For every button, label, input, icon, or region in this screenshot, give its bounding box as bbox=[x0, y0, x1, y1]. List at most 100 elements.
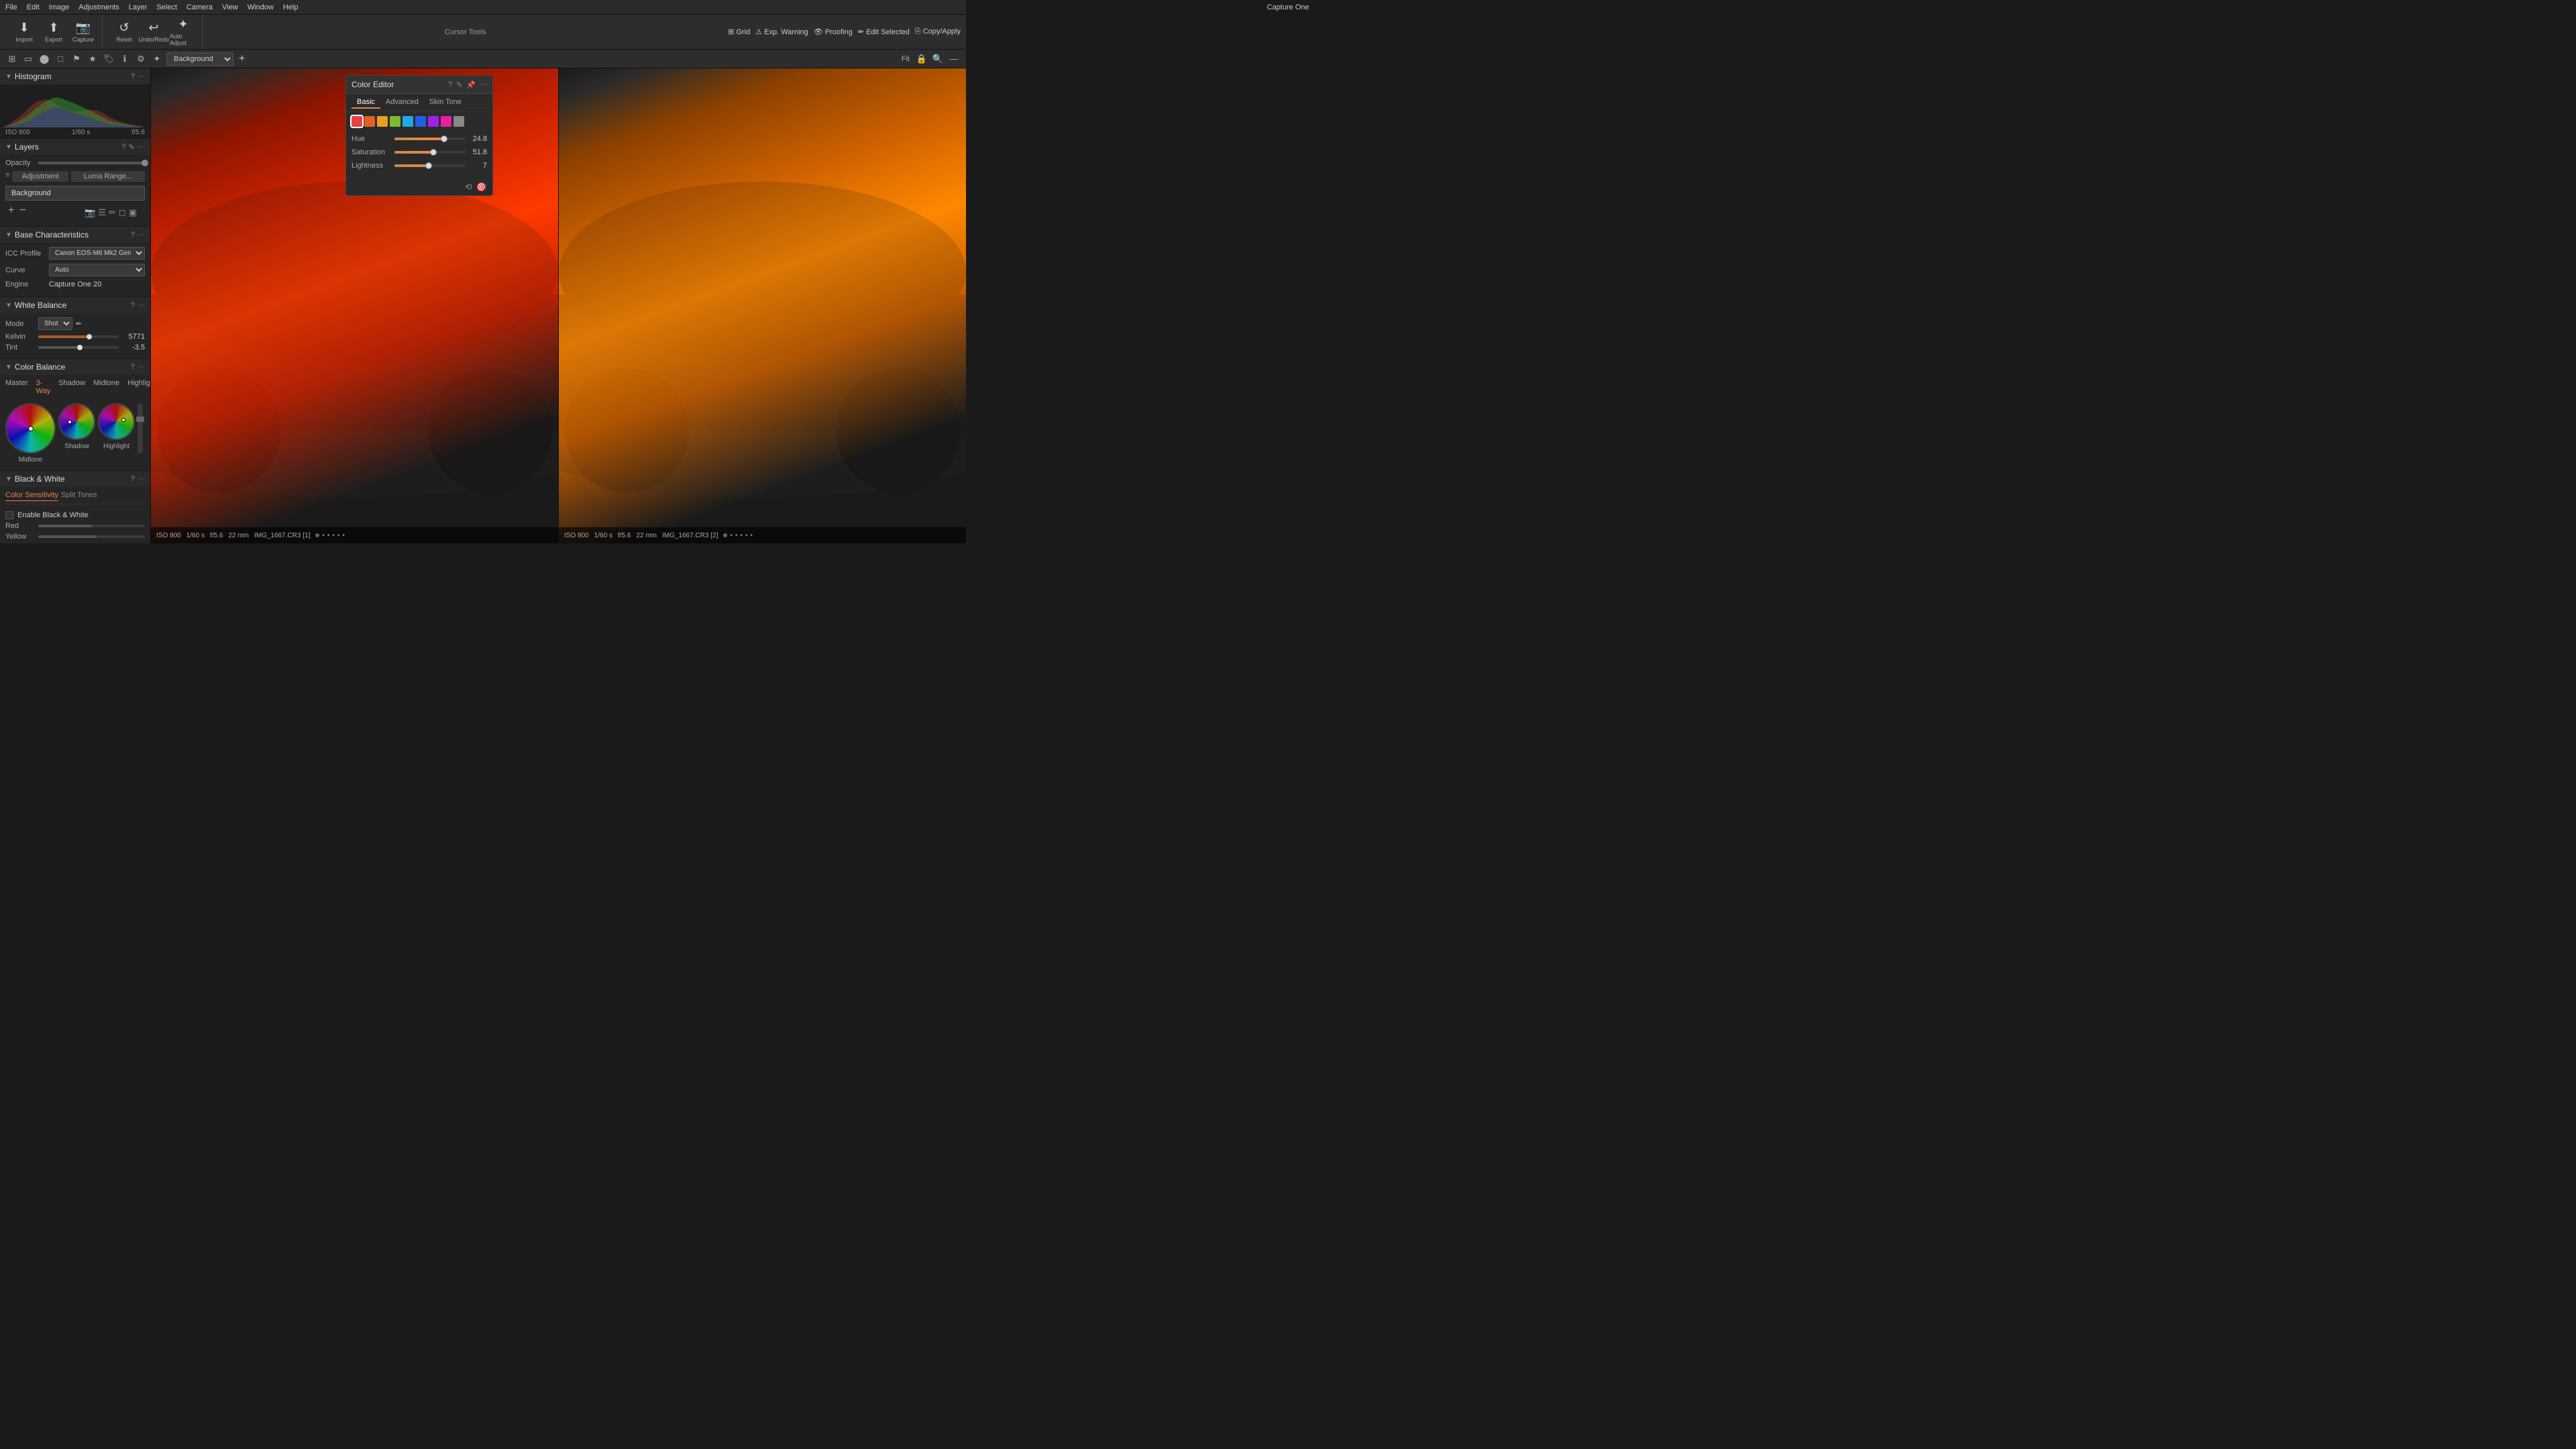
swatch-purple[interactable] bbox=[428, 116, 439, 127]
enable-bw-checkbox[interactable] bbox=[5, 511, 13, 519]
wb-eyedropper-icon[interactable]: ✒ bbox=[75, 319, 83, 329]
wb-help[interactable]: ? bbox=[131, 301, 135, 309]
layers-edit-icon[interactable]: ✎ bbox=[129, 143, 135, 152]
single-view-icon[interactable]: ▭ bbox=[21, 52, 35, 66]
menu-edit[interactable]: Edit bbox=[27, 3, 40, 11]
cb-tab-3way[interactable]: 3-Way bbox=[36, 379, 51, 395]
luma-range-button[interactable]: Luma Range... bbox=[71, 171, 145, 182]
zoom-out-icon[interactable]: — bbox=[947, 52, 961, 66]
menu-image[interactable]: Image bbox=[49, 3, 70, 11]
layer-selector[interactable]: Background bbox=[166, 52, 233, 66]
right-image-pane[interactable]: ISO 800 1/60 s f/5.6 22 mm IMG_1667.CR3 … bbox=[559, 68, 966, 543]
ce-tab-skin-tone[interactable]: Skin Tone bbox=[424, 97, 467, 109]
wand-icon[interactable]: ✦ bbox=[150, 52, 164, 66]
vert-slider-track[interactable] bbox=[138, 403, 143, 453]
exp-warning-button[interactable]: ⚠ Exp. Warning bbox=[755, 28, 808, 36]
layers-header[interactable]: ▼ Layers ? ✎ ··· bbox=[0, 139, 150, 155]
ce-tab-advanced[interactable]: Advanced bbox=[380, 97, 424, 109]
swatch-red[interactable] bbox=[352, 116, 362, 127]
cb-tab-midtone[interactable]: Midtone bbox=[93, 379, 119, 395]
wb-tint-slider[interactable] bbox=[38, 346, 119, 349]
capture-button[interactable]: 📷 Capture bbox=[70, 17, 97, 47]
white-balance-header[interactable]: ▼ White Balance ? ··· bbox=[0, 297, 150, 313]
color-balance-header[interactable]: ▼ Color Balance ? ··· bbox=[0, 359, 150, 375]
ce-pin-icon[interactable]: 📌 bbox=[466, 80, 476, 89]
bw-tab-color-sensitivity[interactable]: Color Sensitivity bbox=[5, 491, 58, 501]
bw-more[interactable]: ··· bbox=[138, 475, 145, 483]
copy-apply-button[interactable]: ⎘ Copy/Apply bbox=[915, 28, 961, 36]
histogram-help-icon[interactable]: ? bbox=[131, 72, 135, 80]
swatch-yellow[interactable] bbox=[377, 116, 388, 127]
bw-tab-split-tones[interactable]: Split Tones bbox=[61, 491, 97, 501]
cb-tab-master[interactable]: Master bbox=[5, 379, 28, 395]
swatch-gray[interactable] bbox=[453, 116, 464, 127]
red-slider[interactable] bbox=[38, 525, 145, 527]
yellow-slider[interactable] bbox=[38, 535, 145, 538]
layer-mask-icon[interactable]: ▣ bbox=[129, 207, 137, 218]
menu-adjustments[interactable]: Adjustments bbox=[78, 3, 119, 11]
layer-camera-icon[interactable]: 📷 bbox=[85, 207, 95, 218]
ce-reset-icon[interactable]: ⟲ bbox=[465, 182, 472, 193]
flag-icon[interactable]: ⚑ bbox=[70, 52, 83, 66]
import-button[interactable]: ⬇ Import bbox=[11, 17, 38, 47]
menu-view[interactable]: View bbox=[222, 3, 238, 11]
menu-window[interactable]: Window bbox=[248, 3, 274, 11]
star-icon[interactable]: ★ bbox=[86, 52, 99, 66]
square-icon[interactable]: □ bbox=[54, 52, 67, 66]
base-char-more[interactable]: ··· bbox=[138, 231, 145, 239]
opacity-slider[interactable] bbox=[38, 162, 145, 164]
histogram-header[interactable]: ▼ Histogram ? ··· bbox=[0, 68, 150, 85]
zoom-icon[interactable]: 🔍 bbox=[931, 52, 945, 66]
histogram-more-icon[interactable]: ··· bbox=[138, 72, 145, 80]
ce-hue-slider[interactable] bbox=[394, 138, 466, 140]
grid-view-icon[interactable]: ⊞ bbox=[5, 52, 19, 66]
edit-selected-button[interactable]: ✏ Edit Selected bbox=[858, 28, 910, 36]
cb-help[interactable]: ? bbox=[131, 363, 135, 371]
menu-select[interactable]: Select bbox=[156, 3, 177, 11]
menu-layer[interactable]: Layer bbox=[129, 3, 148, 11]
remove-layer-icon[interactable]: − bbox=[19, 205, 25, 221]
menu-file[interactable]: File bbox=[5, 3, 17, 11]
bw-header[interactable]: ▼ Black & White ? ··· bbox=[0, 471, 150, 487]
layers-more-icon[interactable]: ··· bbox=[138, 143, 145, 152]
export-button[interactable]: ⬆ Export bbox=[40, 17, 67, 47]
menu-camera[interactable]: Camera bbox=[186, 3, 213, 11]
swatch-green[interactable] bbox=[390, 116, 400, 127]
wb-more[interactable]: ··· bbox=[138, 301, 145, 309]
layer-list-icon[interactable]: ☰ bbox=[98, 207, 106, 218]
base-characteristics-header[interactable]: ▼ Base Characteristics ? ··· bbox=[0, 227, 150, 243]
midtone-wheel[interactable] bbox=[5, 403, 56, 453]
circle-icon[interactable]: ⬤ bbox=[38, 52, 51, 66]
info-icon[interactable]: ℹ bbox=[118, 52, 131, 66]
layer-erase-icon[interactable]: ◻ bbox=[119, 207, 126, 218]
cb-tab-shadow[interactable]: Shadow bbox=[58, 379, 85, 395]
base-char-help[interactable]: ? bbox=[131, 231, 135, 239]
menu-help[interactable]: Help bbox=[283, 3, 299, 11]
bw-help[interactable]: ? bbox=[131, 475, 135, 483]
curve-select[interactable]: Auto bbox=[49, 264, 145, 276]
undo-redo-button[interactable]: ↩ Undo/Redo bbox=[140, 17, 167, 47]
highlight-wheel[interactable] bbox=[98, 403, 135, 440]
ce-tab-basic[interactable]: Basic bbox=[352, 97, 380, 109]
ce-sample-icon[interactable]: 🎯 bbox=[476, 182, 487, 193]
swatch-cyan[interactable] bbox=[402, 116, 413, 127]
ce-lightness-slider[interactable] bbox=[394, 164, 466, 167]
swatch-magenta[interactable] bbox=[441, 116, 451, 127]
grid-button[interactable]: ⊞ Grid bbox=[728, 28, 750, 36]
zoom-lock-icon[interactable]: 🔒 bbox=[915, 52, 928, 66]
tag-icon[interactable]: 🏷 bbox=[102, 52, 115, 66]
background-layer-item[interactable]: Background bbox=[5, 186, 145, 201]
wb-mode-select[interactable]: Shot bbox=[38, 317, 72, 330]
vert-slider-handle[interactable] bbox=[136, 417, 144, 422]
ce-saturation-slider[interactable] bbox=[394, 151, 466, 154]
ce-edit-icon[interactable]: ✎ bbox=[456, 80, 462, 89]
swatch-orange[interactable] bbox=[364, 116, 375, 127]
auto-adjust-button[interactable]: ✦ Auto Adjust bbox=[170, 17, 197, 47]
proofing-button[interactable]: 👁 Proofing bbox=[814, 28, 853, 36]
add-layer-button[interactable]: + bbox=[239, 53, 245, 65]
cb-more[interactable]: ··· bbox=[138, 363, 145, 371]
ce-help-icon[interactable]: ? bbox=[448, 80, 452, 89]
reset-button[interactable]: ↺ Reset bbox=[111, 17, 138, 47]
ce-more-icon[interactable]: ··· bbox=[480, 80, 487, 89]
layers-help-icon[interactable]: ? bbox=[122, 143, 126, 152]
